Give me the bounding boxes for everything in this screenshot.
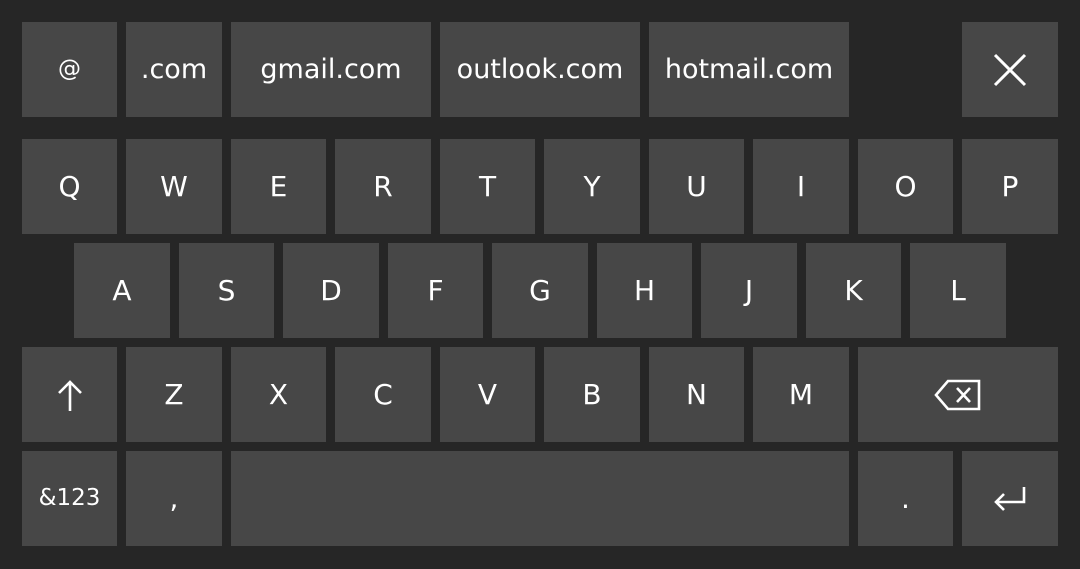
enter-key[interactable]: [962, 451, 1058, 546]
close-icon: [992, 52, 1028, 88]
shift-arrow-icon: [55, 377, 85, 413]
key-z[interactable]: Z: [126, 347, 222, 442]
key-label: ,: [169, 481, 179, 515]
key-label: G: [529, 273, 551, 307]
key-label: S: [217, 273, 236, 307]
key-u[interactable]: U: [649, 139, 744, 234]
close-keyboard-button[interactable]: [962, 22, 1058, 117]
key-label: K: [844, 273, 863, 307]
suggestion-label: @: [58, 56, 81, 82]
key-label: O: [894, 169, 917, 203]
key-k[interactable]: K: [806, 243, 901, 338]
key-label: H: [633, 273, 656, 307]
key-m[interactable]: M: [753, 347, 849, 442]
key-f[interactable]: F: [388, 243, 483, 338]
key-label: F: [427, 273, 444, 307]
key-label: I: [796, 169, 806, 203]
key-label: V: [477, 377, 498, 411]
key-label: N: [686, 377, 707, 411]
key-x[interactable]: X: [231, 347, 326, 442]
suggestion-hotmail-key[interactable]: hotmail.com: [649, 22, 849, 117]
key-d[interactable]: D: [283, 243, 379, 338]
suggestion-label: outlook.com: [456, 54, 624, 85]
key-a[interactable]: A: [74, 243, 170, 338]
suggestion-label: hotmail.com: [664, 54, 834, 85]
key-label: P: [1001, 169, 1019, 203]
key-label: M: [788, 377, 814, 411]
suggestion-row: @ .com gmail.com outlook.com hotmail.com: [0, 22, 1080, 117]
suggestion-gmail-key[interactable]: gmail.com: [231, 22, 431, 117]
suggestion-outlook-key[interactable]: outlook.com: [440, 22, 640, 117]
letter-row-3: Z X C V B N M: [0, 347, 1080, 442]
key-label: D: [320, 273, 342, 307]
bottom-row: &123 , .: [0, 451, 1080, 546]
period-key[interactable]: .: [858, 451, 953, 546]
key-g[interactable]: G: [492, 243, 588, 338]
key-s[interactable]: S: [179, 243, 274, 338]
key-label: J: [744, 273, 754, 307]
key-c[interactable]: C: [335, 347, 431, 442]
key-b[interactable]: B: [544, 347, 640, 442]
key-w[interactable]: W: [126, 139, 222, 234]
symbols-key[interactable]: &123: [22, 451, 117, 546]
suggestion-label: gmail.com: [260, 54, 402, 85]
key-label: A: [112, 273, 132, 307]
key-label: .: [901, 481, 910, 515]
key-h[interactable]: H: [597, 243, 692, 338]
key-t[interactable]: T: [440, 139, 535, 234]
key-label: U: [686, 169, 707, 203]
enter-icon: [992, 484, 1028, 514]
key-label: Q: [58, 169, 81, 203]
key-label: &123: [38, 485, 101, 511]
key-q[interactable]: Q: [22, 139, 117, 234]
key-label: X: [268, 377, 289, 411]
key-y[interactable]: Y: [544, 139, 640, 234]
key-o[interactable]: O: [858, 139, 953, 234]
letter-row-2: A S D F G H J K L: [0, 243, 1080, 338]
key-label: Y: [583, 169, 601, 203]
key-label: B: [582, 377, 602, 411]
suggestion-dotcom-key[interactable]: .com: [126, 22, 222, 117]
key-l[interactable]: L: [910, 243, 1006, 338]
key-label: L: [950, 273, 966, 307]
key-label: W: [160, 169, 188, 203]
key-v[interactable]: V: [440, 347, 535, 442]
key-i[interactable]: I: [753, 139, 849, 234]
suggestion-label: .com: [140, 54, 208, 85]
key-label: T: [478, 169, 497, 203]
letter-row-1: Q W E R T Y U I O P: [0, 139, 1080, 234]
backspace-icon: [934, 379, 982, 411]
key-j[interactable]: J: [701, 243, 797, 338]
key-label: E: [269, 169, 288, 203]
comma-key[interactable]: ,: [126, 451, 222, 546]
key-label: C: [373, 377, 393, 411]
key-e[interactable]: E: [231, 139, 326, 234]
key-label: Z: [164, 377, 184, 411]
key-r[interactable]: R: [335, 139, 431, 234]
touch-keyboard: @ .com gmail.com outlook.com hotmail.com…: [0, 0, 1080, 569]
suggestion-at-key[interactable]: @: [22, 22, 117, 117]
shift-key[interactable]: [22, 347, 117, 442]
key-label: R: [373, 169, 393, 203]
key-n[interactable]: N: [649, 347, 744, 442]
space-key[interactable]: [231, 451, 849, 546]
backspace-key[interactable]: [858, 347, 1058, 442]
key-p[interactable]: P: [962, 139, 1058, 234]
